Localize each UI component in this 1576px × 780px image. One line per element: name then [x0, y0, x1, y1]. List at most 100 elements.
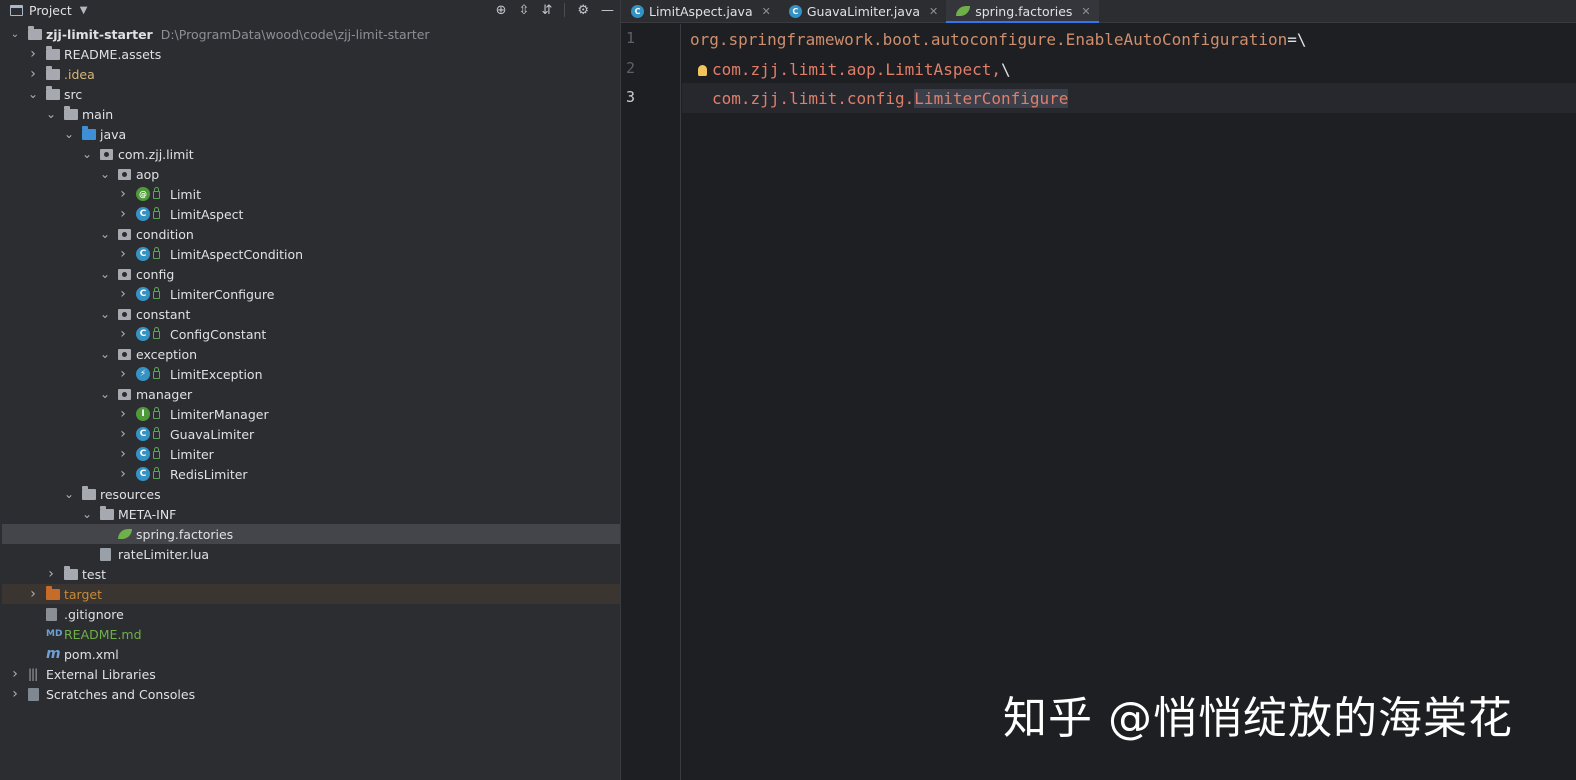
tree-item[interactable]: › README.assets [2, 44, 620, 64]
gitignore-icon [46, 604, 57, 624]
highlighted-identifier: LimiterConfigure [914, 88, 1069, 108]
tab-limitaspect[interactable]: C LimitAspect.java ✕ [621, 0, 779, 22]
tree-item[interactable]: › ||| External Libraries [2, 664, 620, 684]
chevron-right-icon[interactable]: › [28, 44, 38, 64]
lock-icon [153, 327, 160, 339]
tree-item[interactable]: ⌄ com.zjj.limit [2, 144, 620, 164]
tree-item[interactable]: ⌄ exception [2, 344, 620, 364]
tree-item[interactable]: › Scratches and Consoles [2, 684, 620, 704]
chevron-down-icon[interactable]: ⌄ [100, 384, 110, 404]
tree-item[interactable]: ⌄ main [2, 104, 620, 124]
tree-item[interactable]: ⌄ java [2, 124, 620, 144]
lock-icon [153, 447, 160, 459]
chevron-right-icon[interactable]: › [118, 404, 128, 424]
chevron-right-icon[interactable]: › [118, 364, 128, 384]
tree-item[interactable]: MD README.md [2, 624, 620, 644]
tree-item[interactable]: m pom.xml [2, 644, 620, 664]
chevron-down-icon[interactable]: ⌄ [82, 144, 92, 164]
chevron-down-icon[interactable]: ▼ [80, 5, 88, 16]
collapse-all-icon[interactable]: ⇵ [541, 3, 552, 18]
locate-icon[interactable]: ⊕ [496, 3, 507, 18]
tree-item[interactable]: › C ConfigConstant [2, 324, 620, 344]
excluded-folder-icon [46, 584, 60, 604]
chevron-right-icon[interactable]: › [118, 464, 128, 484]
chevron-right-icon[interactable]: › [118, 244, 128, 264]
tree-item[interactable]: ⌄ condition [2, 224, 620, 244]
tree-item[interactable]: › C GuavaLimiter [2, 424, 620, 444]
code-line-2[interactable]: com.zjj.limit.aop.LimitAspect, \ [682, 54, 1576, 84]
chevron-down-icon[interactable]: ⌄ [100, 344, 110, 364]
line-number-gutter: 1 2 3 [621, 24, 681, 780]
tree-item[interactable]: › C RedisLimiter [2, 464, 620, 484]
tree-item[interactable]: rateLimiter.lua [2, 544, 620, 564]
chevron-down-icon[interactable]: ⌄ [28, 84, 38, 104]
tree-item[interactable]: .gitignore [2, 604, 620, 624]
chevron-right-icon[interactable]: › [46, 564, 56, 584]
chevron-down-icon[interactable]: ⌄ [82, 504, 92, 524]
chevron-right-icon[interactable]: › [118, 284, 128, 304]
chevron-down-icon[interactable]: ⌄ [100, 264, 110, 284]
close-icon[interactable]: ✕ [1081, 5, 1090, 18]
chevron-down-icon[interactable]: ⌄ [100, 164, 110, 184]
close-icon[interactable]: ✕ [929, 5, 938, 18]
chevron-right-icon[interactable]: › [10, 664, 20, 684]
tree-item[interactable]: › test [2, 564, 620, 584]
chevron-down-icon[interactable]: ⌄ [64, 124, 74, 144]
tree-item[interactable]: › ⚡ LimitException [2, 364, 620, 384]
class-icon: C [136, 424, 160, 444]
chevron-right-icon[interactable]: › [118, 444, 128, 464]
tab-guavalimiter[interactable]: C GuavaLimiter.java ✕ [779, 0, 946, 22]
folder-icon [46, 44, 60, 64]
tree-item[interactable]: ⌄ src [2, 84, 620, 104]
project-panel-header: Project ▼ ⊕ ⇳ ⇵ ⚙ — [0, 0, 620, 20]
code-line-1[interactable]: org.springframework.boot.autoconfigure.E… [682, 24, 1576, 54]
chevron-down-icon[interactable]: ⌄ [46, 104, 56, 124]
tree-item[interactable]: › C Limiter [2, 444, 620, 464]
close-icon[interactable]: ✕ [762, 5, 771, 18]
chevron-right-icon[interactable]: › [28, 584, 38, 604]
chevron-right-icon[interactable]: › [118, 424, 128, 444]
tree-item[interactable]: › .idea [2, 64, 620, 84]
tree-item[interactable]: › I LimiterManager [2, 404, 620, 424]
tree-item[interactable]: ⌄ resources [2, 484, 620, 504]
tree-item[interactable]: › C LimitAspectCondition [2, 244, 620, 264]
chevron-down-icon[interactable]: ⌄ [100, 224, 110, 244]
tree-item[interactable]: ⌄ manager [2, 384, 620, 404]
tree-root-row[interactable]: ⌄ zjj-limit-starter D:\ProgramData\wood\c… [2, 24, 620, 44]
tree-item[interactable]: ⌄ config [2, 264, 620, 284]
line-continuation: \ [1000, 59, 1011, 79]
tree-item[interactable]: › C LimitAspect [2, 204, 620, 224]
tree-item[interactable]: › @ Limit [2, 184, 620, 204]
chevron-down-icon[interactable]: ⌄ [64, 484, 74, 504]
tree-item[interactable]: ⌄ constant [2, 304, 620, 324]
chevron-right-icon[interactable]: › [118, 184, 128, 204]
chevron-right-icon[interactable]: › [118, 204, 128, 224]
code-editor[interactable]: org.springframework.boot.autoconfigure.E… [682, 24, 1576, 780]
folder-icon [46, 64, 60, 84]
tree-item-label: com.zjj.limit [118, 146, 194, 162]
tree-item-label: config [136, 266, 175, 282]
gear-icon[interactable]: ⚙ [577, 3, 589, 18]
code-line-3[interactable]: com.zjj.limit.config. LimiterConfigure [682, 83, 1576, 113]
property-separator: =\ [1287, 29, 1307, 49]
tree-item[interactable]: spring.factories [2, 524, 620, 544]
tab-spring-factories[interactable]: spring.factories ✕ [946, 0, 1100, 23]
tree-item-label: LimitAspectCondition [170, 246, 304, 262]
tree-item[interactable]: › target [2, 584, 620, 604]
expand-all-icon[interactable]: ⇳ [519, 3, 530, 18]
tree-item[interactable]: › C LimiterConfigure [2, 284, 620, 304]
project-panel-title[interactable]: Project [29, 3, 72, 18]
chevron-down-icon[interactable]: ⌄ [10, 24, 20, 44]
folder-icon [46, 84, 60, 104]
lightbulb-icon[interactable] [698, 65, 707, 76]
chevron-right-icon[interactable]: › [28, 64, 38, 84]
chevron-down-icon[interactable]: ⌄ [100, 304, 110, 324]
chevron-right-icon[interactable]: › [10, 684, 20, 704]
hide-icon[interactable]: — [601, 3, 614, 18]
class-icon: C [136, 444, 160, 464]
package-icon [118, 384, 131, 404]
tree-item[interactable]: ⌄ aop [2, 164, 620, 184]
chevron-right-icon[interactable]: › [118, 324, 128, 344]
tree-item[interactable]: ⌄ META-INF [2, 504, 620, 524]
tree-item-label: main [82, 106, 114, 122]
